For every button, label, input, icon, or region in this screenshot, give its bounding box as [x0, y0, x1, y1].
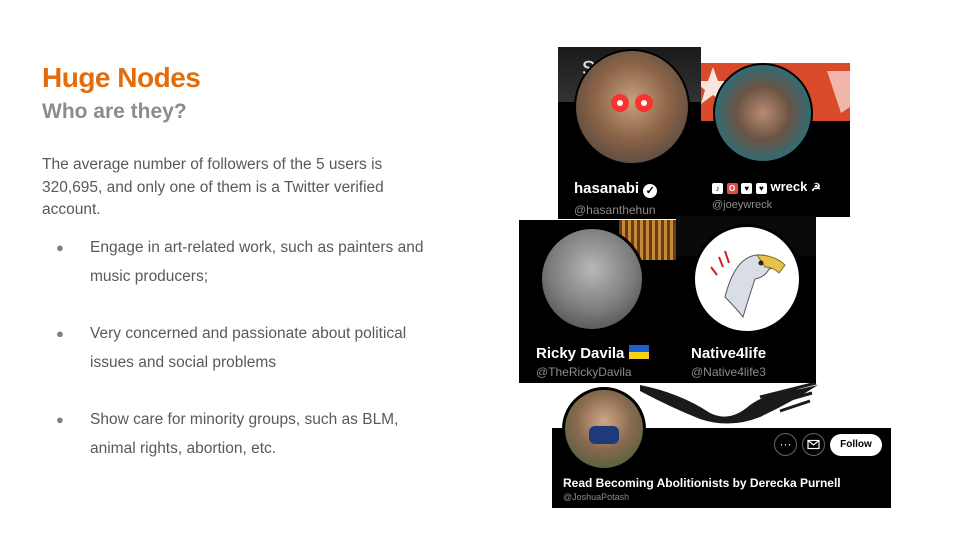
profile-handle: @JoshuaPotash [563, 492, 630, 502]
profile-handle: @hasanthehun [574, 203, 656, 217]
profile-name: hasanabi ✓ [574, 180, 658, 198]
profile-name-text: hasanabi [574, 180, 640, 197]
avatar [692, 224, 802, 334]
intro-paragraph: The average number of followers of the 5… [42, 156, 384, 218]
bullet-text: Show care for minority groups, such as B… [90, 411, 399, 457]
profile-card-wreck: ♪ O ♥ ♥ wreck ☭ @joeywreck [701, 63, 850, 217]
face-mask-icon [589, 426, 619, 444]
slide-subtitle: Who are they? [42, 100, 187, 123]
more-icon: ··· [779, 437, 792, 451]
emoji-box: ♥ [755, 183, 767, 194]
profile-card-native4life: Native4life @Native4life3 [676, 216, 816, 383]
profile-card-joshuapotash: ··· Follow Read Becoming Abolitionists b… [552, 385, 891, 508]
profile-name: Read Becoming Abolitionists by Derecka P… [563, 476, 841, 490]
profile-card-hasanabi: s for hasanabi ✓ @hasanthehun [558, 47, 701, 219]
mail-icon [807, 439, 820, 450]
profile-handle: @joeywreck [712, 199, 773, 211]
profile-name: Native4life [691, 345, 767, 362]
hammer-sickle-icon: ☭ [811, 182, 821, 194]
bullet-dot-icon: ● [56, 412, 64, 427]
profile-handle: @Native4life3 [691, 365, 766, 379]
avatar [539, 226, 645, 332]
profile-name-text: wreck [770, 179, 808, 194]
profile-handle: @TheRickyDavila [536, 365, 632, 379]
ukraine-flag-icon [628, 345, 649, 359]
follow-button[interactable]: Follow [830, 434, 882, 456]
profile-name: ♪ O ♥ ♥ wreck ☭ [712, 179, 821, 194]
message-button[interactable] [802, 433, 825, 456]
bullet-list: ● Engage in art-related work, such as pa… [42, 234, 442, 492]
bullet-text: Engage in art-related work, such as pain… [90, 239, 424, 285]
slide: Huge Nodes Who are they? The average num… [0, 0, 960, 540]
profile-card-ricky-davila: Ricky Davila @TheRickyDavila [519, 220, 676, 383]
profile-name: Ricky Davila [536, 345, 649, 362]
emoji-box: ♪ [712, 183, 723, 194]
emoji-box: O [726, 183, 738, 194]
laser-eyes-icon [611, 94, 653, 112]
emoji-box: ♥ [741, 183, 753, 194]
profile-name-text: Ricky Davila [536, 345, 625, 362]
bullet-item: ● Show care for minority groups, such as… [42, 406, 442, 463]
avatar [562, 387, 646, 471]
eagle-icon [710, 250, 786, 319]
avatar [574, 49, 690, 165]
avatar [713, 63, 813, 163]
bullet-item: ● Engage in art-related work, such as pa… [42, 234, 442, 291]
slide-title: Huge Nodes [42, 62, 201, 93]
bullet-item: ● Very concerned and passionate about po… [42, 320, 442, 377]
bullet-dot-icon: ● [56, 240, 64, 255]
bullet-dot-icon: ● [56, 326, 64, 341]
bullet-text: Very concerned and passionate about poli… [90, 325, 407, 371]
more-button[interactable]: ··· [774, 433, 797, 456]
verified-badge-icon: ✓ [643, 184, 658, 198]
